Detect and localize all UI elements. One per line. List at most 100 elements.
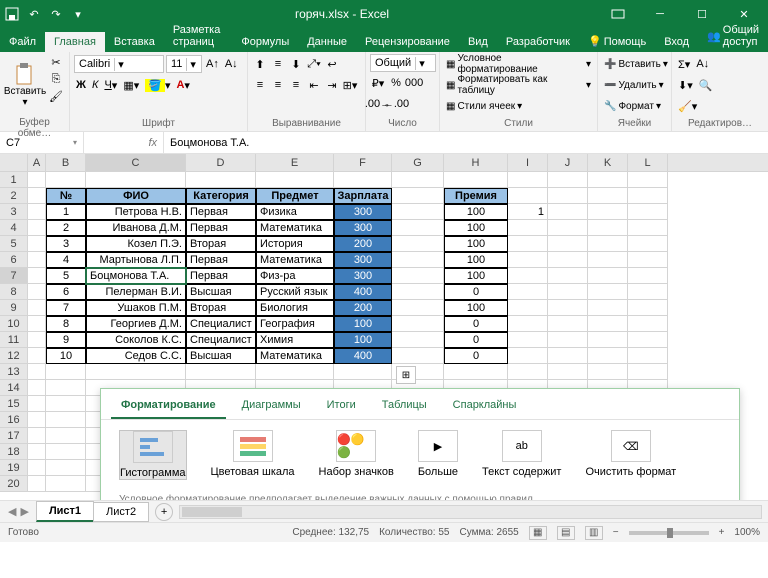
cell[interactable] <box>628 188 668 204</box>
cell[interactable] <box>508 252 548 268</box>
table-cell-sal[interactable]: 300 <box>334 220 392 236</box>
redo-icon[interactable]: ↷ <box>48 6 64 22</box>
clear-button[interactable]: 🧹▾ <box>676 98 699 115</box>
cell[interactable] <box>28 300 46 316</box>
table-cell-subj[interactable]: Физика <box>256 204 334 220</box>
table-header-bonus[interactable]: Премия <box>444 188 508 204</box>
cell[interactable] <box>588 316 628 332</box>
zoom-out-button[interactable]: − <box>613 527 619 538</box>
cell[interactable] <box>28 268 46 284</box>
table-cell-sal[interactable]: 400 <box>334 284 392 300</box>
table-cell-subj[interactable]: География <box>256 316 334 332</box>
cell[interactable] <box>548 268 588 284</box>
qa-item-more[interactable]: ▶Больше <box>418 430 458 480</box>
cell[interactable] <box>46 460 86 476</box>
table-cell-n[interactable]: 10 <box>46 348 86 364</box>
merge-icon[interactable]: ⊞▾ <box>342 77 358 93</box>
shrink-font-icon[interactable]: A↓ <box>223 56 240 72</box>
cell[interactable] <box>46 364 86 380</box>
cell[interactable] <box>392 172 444 188</box>
table-cell-n[interactable]: 4 <box>46 252 86 268</box>
col-header-C[interactable]: C <box>86 154 186 171</box>
col-header-G[interactable]: G <box>392 154 444 171</box>
qa-tab-totals[interactable]: Итоги <box>317 393 366 419</box>
cell[interactable] <box>588 252 628 268</box>
view-layout-icon[interactable]: ▤ <box>557 526 575 540</box>
view-break-icon[interactable]: ▥ <box>585 526 603 540</box>
cell[interactable] <box>28 252 46 268</box>
tab-layout[interactable]: Разметка страниц <box>164 20 233 52</box>
col-header-E[interactable]: E <box>256 154 334 171</box>
table-cell-cat[interactable]: Высшая <box>186 348 256 364</box>
row-header-6[interactable]: 6 <box>0 252 28 268</box>
table-cell-subj[interactable]: История <box>256 236 334 252</box>
cell[interactable] <box>628 204 668 220</box>
table-cell-subj[interactable]: Химия <box>256 332 334 348</box>
cell[interactable] <box>508 348 548 364</box>
cell[interactable] <box>548 284 588 300</box>
cell[interactable] <box>28 188 46 204</box>
table-cell-sal[interactable]: 400 <box>334 348 392 364</box>
table-cell-n[interactable]: 8 <box>46 316 86 332</box>
autosum-button[interactable]: Σ▾ <box>676 56 692 73</box>
cell[interactable] <box>256 172 334 188</box>
row-header-12[interactable]: 12 <box>0 348 28 364</box>
cell[interactable] <box>28 476 46 492</box>
qa-item-databars[interactable]: Гистограмма <box>119 430 187 480</box>
table-cell-fio[interactable]: Козел П.Э. <box>86 236 186 252</box>
cell[interactable] <box>548 332 588 348</box>
cell[interactable] <box>588 332 628 348</box>
row-header-3[interactable]: 3 <box>0 204 28 220</box>
cell[interactable] <box>46 476 86 492</box>
cell[interactable] <box>508 236 548 252</box>
cell[interactable] <box>628 300 668 316</box>
qa-item-colorscale[interactable]: Цветовая шкала <box>211 430 295 480</box>
cell[interactable] <box>334 364 392 380</box>
row-header-11[interactable]: 11 <box>0 332 28 348</box>
table-cell-subj[interactable]: Биология <box>256 300 334 316</box>
cell[interactable] <box>186 364 256 380</box>
cell[interactable] <box>392 268 444 284</box>
sheet-nav-prev[interactable]: ◀ <box>8 505 16 518</box>
indent-inc-icon[interactable]: ⇥ <box>324 77 340 93</box>
cell[interactable] <box>588 236 628 252</box>
table-cell-fio[interactable]: Седов С.С. <box>86 348 186 364</box>
cell[interactable] <box>46 444 86 460</box>
table-cell-subj[interactable]: Математика <box>256 252 334 268</box>
sort-filter-icon[interactable]: A↓ <box>694 56 711 72</box>
zoom-in-button[interactable]: + <box>719 527 725 538</box>
table-cell-n[interactable]: 9 <box>46 332 86 348</box>
cell[interactable] <box>508 188 548 204</box>
cell[interactable] <box>28 460 46 476</box>
row-header-19[interactable]: 19 <box>0 460 28 476</box>
col-header-A[interactable]: A <box>28 154 46 171</box>
tab-file[interactable]: Файл <box>0 32 45 52</box>
row-header-8[interactable]: 8 <box>0 284 28 300</box>
cell[interactable] <box>508 268 548 284</box>
qat-dropdown-icon[interactable]: ▾ <box>70 6 86 22</box>
cell-i3[interactable]: 1 <box>508 204 548 220</box>
table-cell-sal[interactable]: 300 <box>334 252 392 268</box>
table-header-cat[interactable]: Категория <box>186 188 256 204</box>
cell[interactable] <box>628 284 668 300</box>
cell[interactable] <box>588 300 628 316</box>
qa-item-iconset[interactable]: 🔴🟡🟢Набор значков <box>319 430 394 480</box>
tab-formulas[interactable]: Формулы <box>232 32 298 52</box>
table-cell-sal[interactable]: 100 <box>334 332 392 348</box>
table-cell-sal[interactable]: 300 <box>334 204 392 220</box>
table-cell-subj[interactable]: Физ-ра <box>256 268 334 284</box>
table-cell-sal[interactable]: 200 <box>334 236 392 252</box>
number-format-combo[interactable]: Общий▾ <box>370 54 436 72</box>
tab-developer[interactable]: Разработчик <box>497 32 579 52</box>
row-header-20[interactable]: 20 <box>0 476 28 492</box>
cell[interactable] <box>508 172 548 188</box>
cell[interactable] <box>628 316 668 332</box>
cell[interactable] <box>28 364 46 380</box>
table-cell-bonus[interactable]: 100 <box>444 268 508 284</box>
qa-tab-sparklines[interactable]: Спарклайны <box>443 393 527 419</box>
cell[interactable] <box>28 412 46 428</box>
ribbon-options-icon[interactable] <box>598 0 638 28</box>
col-header-L[interactable]: L <box>628 154 668 171</box>
cell[interactable] <box>588 220 628 236</box>
align-center-icon[interactable]: ≡ <box>270 77 286 93</box>
